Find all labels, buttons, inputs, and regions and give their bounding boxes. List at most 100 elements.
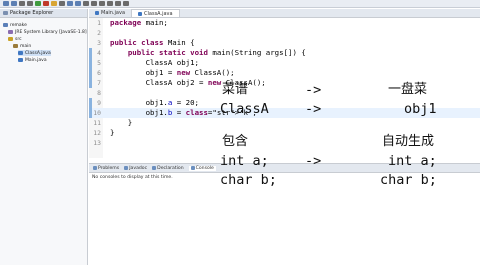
console-icon [190, 166, 195, 170]
overlay-char-b: char b; [380, 172, 437, 188]
toolbar-button-icon[interactable] [83, 1, 89, 6]
overlay-auto-generate: 自动生成 [382, 134, 435, 149]
code-line[interactable]: 11 } [89, 118, 480, 128]
tree-item-label: remake [10, 22, 27, 28]
tab-label: Console [195, 165, 214, 171]
tab-problems[interactable]: Problems [93, 166, 119, 171]
toolbar-button-icon[interactable] [43, 1, 49, 6]
code-text: } [110, 128, 115, 137]
code-line[interactable]: 4 public static void main(String args[])… [89, 48, 480, 58]
code-text: ClassA obj1; [110, 58, 199, 67]
code-line[interactable]: 2 [89, 28, 480, 38]
line-number: 8 [97, 89, 101, 97]
code-text: } [110, 118, 133, 127]
tree-node-icon [18, 58, 23, 62]
javadoc-icon [124, 166, 129, 170]
toolbar-button-icon[interactable] [59, 1, 65, 6]
tree-node-icon [18, 51, 23, 55]
tab-javadoc[interactable]: Javadoc [124, 166, 147, 171]
toolbar-button-icon[interactable] [75, 1, 81, 6]
java-file-icon [138, 11, 143, 16]
tree-item-label: ClassA.java [25, 50, 51, 56]
declaration-icon [152, 166, 157, 170]
tree-item[interactable]: remake [3, 22, 27, 28]
toolbar-button-icon[interactable] [11, 1, 17, 6]
toolbar-button-icon[interactable] [3, 1, 9, 6]
overlay-contains: 包含 [222, 134, 249, 149]
line-number: 1 [97, 19, 101, 27]
line-number: 9 [97, 99, 101, 107]
line-number: 12 [93, 129, 101, 137]
toolbar-button-icon[interactable] [115, 1, 121, 6]
console-message: No consoles to display at this time. [92, 175, 173, 180]
toolbar-button-icon[interactable] [27, 1, 33, 6]
overlay-obj1: obj1 [404, 101, 437, 117]
toolbar-button-icon[interactable] [67, 1, 73, 6]
package-explorer-icon [3, 11, 8, 15]
code-text: public class Main { [110, 38, 195, 47]
overlay-char-b: char b; [220, 172, 277, 188]
main-toolbar [0, 0, 480, 8]
tree-node-icon [8, 30, 13, 34]
line-number: 5 [97, 59, 101, 67]
tab-label: Problems [98, 165, 120, 171]
tree-item-label: Main.java [25, 57, 47, 63]
toolbar-button-icon[interactable] [35, 1, 41, 6]
tree-item[interactable]: ClassA.java [18, 50, 51, 56]
line-number: 13 [93, 139, 101, 147]
package-explorer-panel: Package Explorer remake JRE System Librar… [0, 9, 88, 265]
overlay-int-a: int a; [388, 153, 437, 169]
line-number: 7 [97, 79, 101, 87]
tree-item[interactable]: src [8, 36, 22, 42]
tree-node-icon [3, 23, 8, 27]
toolbar-button-icon[interactable] [99, 1, 105, 6]
overlay-arrow: -> [305, 153, 322, 169]
line-number: 11 [93, 119, 101, 127]
line-number: 6 [97, 69, 101, 77]
tree-node-icon [13, 44, 18, 48]
tree-item[interactable]: main [13, 43, 31, 49]
tree-item-label: src [15, 36, 22, 42]
code-line[interactable]: 1 package main; [89, 18, 480, 28]
tab-main-java[interactable]: Main.java [89, 9, 131, 17]
overlay-int-a: int a; [220, 153, 269, 169]
tab-console[interactable]: Console [188, 165, 216, 171]
code-text: obj1.a = 20; [110, 98, 200, 107]
code-text: package main; [110, 18, 168, 27]
problems-icon [93, 166, 97, 170]
toolbar-button-icon[interactable] [19, 1, 25, 6]
overlay-arrow: -> [305, 101, 322, 117]
overlay-dish: 一盘菜 [388, 82, 428, 97]
line-number: 2 [97, 29, 101, 37]
code-text: obj1 = new ClassA(); [110, 68, 235, 77]
toolbar-button-icon[interactable] [51, 1, 57, 6]
package-explorer-title: Package Explorer [10, 10, 54, 16]
tree-item-label: main [20, 43, 32, 49]
java-file-icon [95, 11, 99, 15]
overlay-classa: ClassA [220, 101, 269, 117]
package-explorer-header[interactable]: Package Explorer [0, 9, 87, 18]
tab-label: ClassA.java [144, 10, 173, 17]
toolbar-button-icon[interactable] [107, 1, 113, 6]
code-line[interactable]: 6 obj1 = new ClassA(); [89, 68, 480, 78]
code-line[interactable]: 5 ClassA obj1; [89, 58, 480, 68]
line-number: 3 [97, 39, 101, 47]
code-text: public static void main(String args[]) { [127, 48, 306, 57]
tab-declaration[interactable]: Declaration [152, 165, 184, 171]
line-number: 4 [97, 49, 101, 57]
code-line[interactable]: 3 public class Main { [89, 38, 480, 48]
tree-item-label: JRE System Library [JavaSE-1.8] [15, 29, 87, 35]
overlay-recipe: 菜谱 [222, 82, 249, 97]
toolbar-button-icon[interactable] [123, 1, 129, 6]
overlay-arrow: -> [305, 82, 322, 98]
tree-node-icon [8, 37, 13, 41]
tree-item[interactable]: Main.java [18, 57, 47, 63]
toolbar-button-icon[interactable] [91, 1, 97, 6]
line-number: 10 [93, 109, 101, 117]
tab-label: Javadoc [129, 165, 148, 171]
editor-tab-bar: Main.java ClassA.java [89, 9, 480, 18]
tab-label: Main.java [101, 10, 126, 16]
tab-label: Declaration [157, 165, 184, 171]
tab-classa-java[interactable]: ClassA.java [131, 9, 180, 17]
tree-item[interactable]: JRE System Library [JavaSE-1.8] [8, 29, 87, 35]
